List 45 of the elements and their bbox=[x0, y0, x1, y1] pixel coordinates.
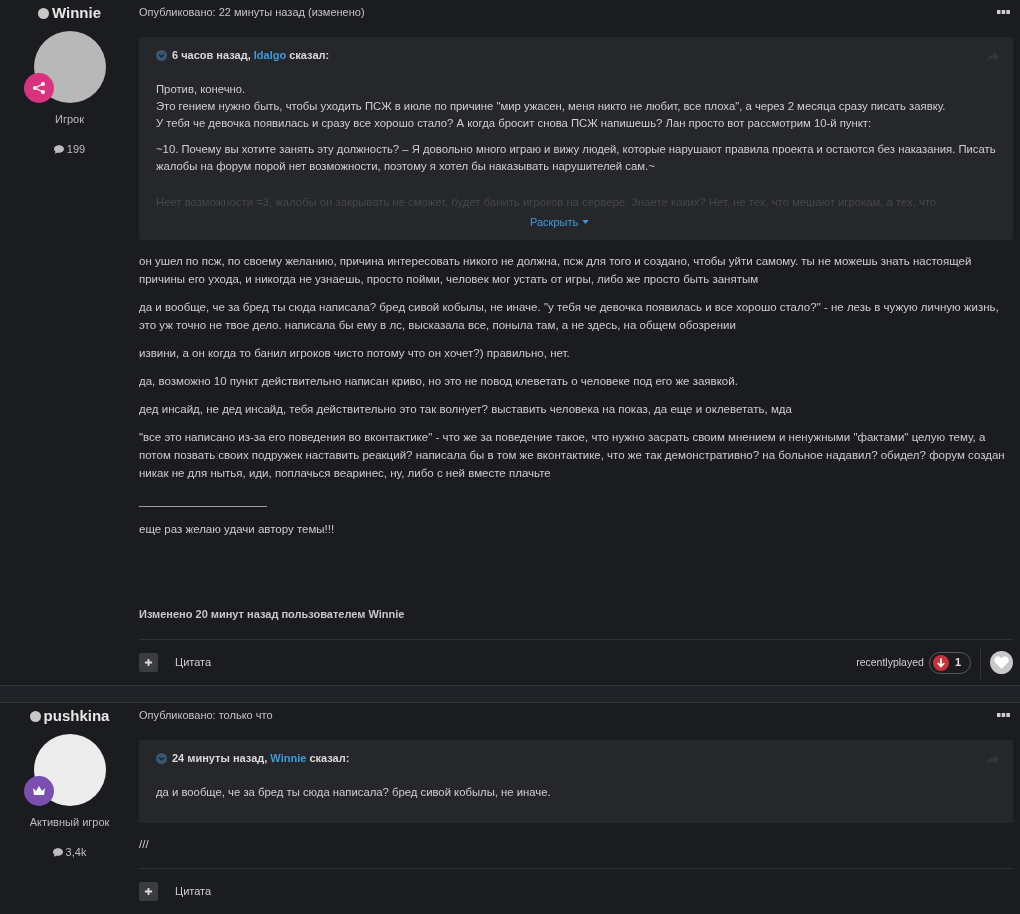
quoted-user-link[interactable]: Idalgo bbox=[253, 49, 287, 61]
post-paragraph: дед инсайд, не дед инсайд, тебя действительно это так волнует? выставить человека на показ, да еще и оклеветать, мда bbox=[139, 402, 793, 417]
chevron-down-icon bbox=[156, 49, 167, 61]
post-paragraph: извини, а он когда то банил игроков чисто потому что он хочет?) правильно, нет. bbox=[139, 346, 571, 361]
more-options-icon bbox=[997, 10, 1010, 14]
quote-paragraph: ~10. Почему вы хотите занять эту должность? – Я довольно много играю и вижу людей, которые нарушают правила проекта и остаются без наказания. Писать жалобы на форум порой нет возможности, поэтому я хотел бы наказывать нарушителей сам.~ bbox=[156, 141, 996, 174]
expand-link[interactable]: Раскрыть bbox=[530, 213, 590, 230]
post-count: 3,4k bbox=[65, 845, 87, 860]
quote-button[interactable]: Цитата bbox=[175, 883, 212, 900]
post-date: Опубликовано: только что bbox=[139, 707, 273, 723]
post-paragraph: он ушел по псж, по своему желанию, причина интересовать никого не должна, псж для того и создано, чтобы уйти самому. ты не можешь знать настоящей причины его ухода, и никогда не узнаешь, просто пойми, человек мог устать от игры, либо же просто быть занятым bbox=[139, 254, 973, 287]
quote-paragraph: Против, конечно. Это гением нужно быть, чтобы уходить ПСЖ в июле по причине "мир ужасен, меня никто не любит, все плоха", а через 2 месяца сразу писать заявку. У тебя че девочка появилась и сразу все хорошо стало? А когда бросит снова ПСЖ напишешь? Лан просто вот рассмотрим 10-й пункт: bbox=[156, 81, 947, 131]
post-paragraph: ____________________ bbox=[139, 494, 268, 509]
quote-plus-button[interactable] bbox=[139, 653, 158, 672]
caret-down-icon bbox=[582, 219, 590, 224]
heart-icon bbox=[994, 656, 1009, 669]
quote-paragraph: да и вообще, че за бред ты сюда написала? бред сивой кобылы, не иначе. bbox=[156, 784, 552, 800]
quote-plus-button[interactable] bbox=[139, 882, 158, 901]
quote-citation: 6 часов назад, Idalgo сказал: bbox=[172, 48, 330, 63]
user-rank: Активный игрок bbox=[29, 814, 110, 830]
edited-note: Изменено 20 минут назад пользователем Winnie bbox=[139, 606, 406, 622]
post-paragraph: "все это написано из-за его поведения во вконтактике" - что же за поведение такое, что нужно засрать своим мнением и ненужными "фактами" целую тему, а потом позвать своих подружек наставить реакций? написала бы в том же вконтактике, что же так демонстративно? на больное надавил? обидел? форум создан никак не для нытья, иди, поплачься веаринес, ну, либо с ней вместе плачьте bbox=[139, 430, 1006, 481]
quote-citation: 24 минуты назад, Winnie сказал: bbox=[172, 751, 350, 766]
quote-button[interactable]: Цитата bbox=[175, 654, 212, 671]
post-date: Опубликовано: 22 минуты назад (изменено) bbox=[139, 4, 365, 20]
like-button[interactable] bbox=[990, 651, 1013, 674]
downvote-icon bbox=[932, 654, 949, 671]
author-name[interactable]: pushkina bbox=[43, 705, 110, 728]
comment-icon bbox=[52, 847, 63, 857]
post-paragraph: еще раз желаю удачи автору темы!!! bbox=[139, 522, 336, 537]
reaction-count: 1 bbox=[954, 655, 961, 671]
reaction-user[interactable]: recentlyplayed bbox=[856, 654, 924, 671]
plus-icon bbox=[144, 658, 153, 667]
chevron-down-icon bbox=[156, 752, 167, 764]
share-icon bbox=[30, 79, 47, 96]
plus-icon bbox=[144, 887, 153, 896]
post-count: 199 bbox=[66, 142, 86, 157]
post-paragraph: /// bbox=[139, 836, 150, 852]
quoted-user-link[interactable]: Winnie bbox=[270, 752, 307, 764]
post-paragraph: да, возможно 10 пункт действительно написан криво, но это не повод клеветать о человеке под его же заявкой. bbox=[139, 374, 739, 389]
author-name[interactable]: Winnie bbox=[52, 2, 101, 25]
post-paragraph: да и вообще, че за бред ты сюда написала? бред сивой кобылы, не иначе. "у тебя че девочка появилась и все хорошо стало?" - не лезь в чужую личную жизнь, это уж точно не твое дело. написала бы ему в лс, высказала все, поныла там, а не здесь, на общем обозрении bbox=[139, 300, 1000, 333]
user-rank: Игрок bbox=[55, 111, 84, 127]
more-options-icon bbox=[997, 713, 1010, 717]
comment-icon bbox=[53, 144, 64, 154]
